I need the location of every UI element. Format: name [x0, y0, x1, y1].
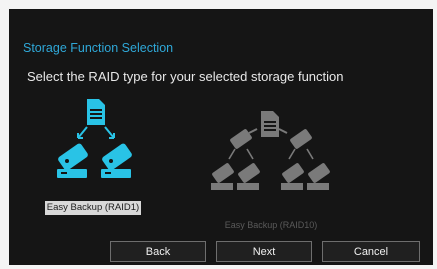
dialog-prompt: Select the RAID type for your selected s… — [27, 69, 344, 84]
raid1-label: Easy Backup (RAID1) — [45, 201, 141, 215]
raid1-diagram-icon — [57, 99, 132, 178]
raid1-option[interactable]: Easy Backup (RAID1) — [41, 95, 147, 219]
raid10-option[interactable]: Easy Backup (RAID10) — [209, 99, 333, 230]
cancel-button[interactable]: Cancel — [322, 241, 420, 262]
back-button[interactable]: Back — [110, 241, 206, 262]
dialog-title: Storage Function Selection — [23, 41, 174, 55]
raid10-label: Easy Backup (RAID10) — [224, 220, 318, 230]
storage-function-dialog: Storage Function Selection Select the RA… — [9, 9, 433, 265]
raid10-diagram-icon — [211, 111, 330, 190]
next-button[interactable]: Next — [216, 241, 312, 262]
